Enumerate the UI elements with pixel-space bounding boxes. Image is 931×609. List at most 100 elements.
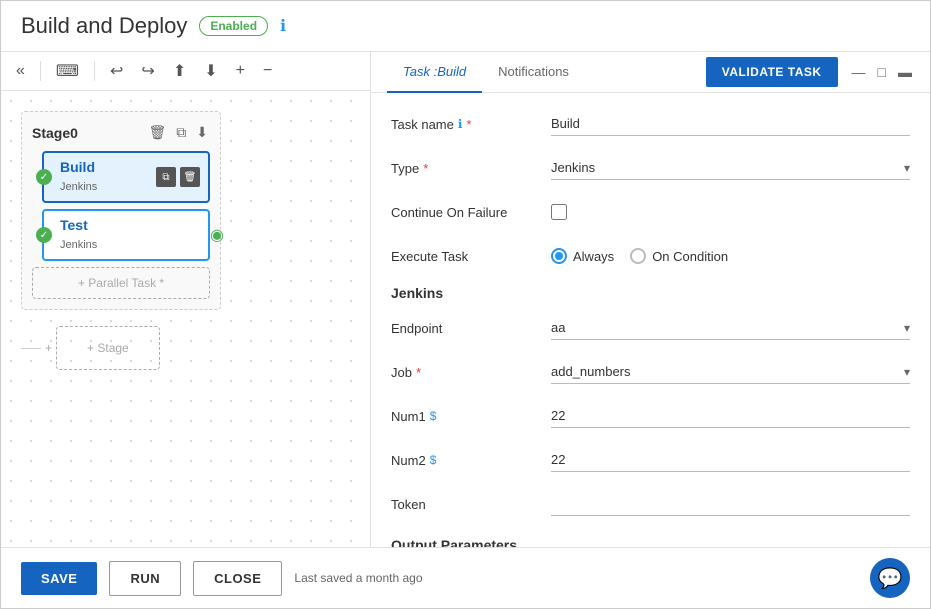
add-parallel-task[interactable]: + Parallel Task * (32, 267, 210, 299)
task-test-type: Jenkins (60, 239, 97, 251)
last-saved-text: Last saved a month ago (294, 571, 422, 585)
upload-btn[interactable]: ⬆ (168, 58, 191, 84)
footer: SAVE RUN CLOSE Last saved a month ago 💬 (1, 547, 930, 608)
task-build-icon-1[interactable]: ⧉ (156, 167, 176, 187)
type-label: Type * (391, 161, 551, 176)
task-name-input[interactable] (551, 112, 910, 136)
tab-active-name: Build (437, 64, 466, 79)
task-build-icon-2[interactable]: 🗑 (180, 167, 200, 187)
canvas: Stage0 🗑 ⧉ ⬇ ✓ Build (1, 91, 370, 547)
task-name-row: Task name ℹ * (391, 109, 910, 139)
job-select[interactable]: add_numbers ▾ (551, 360, 910, 384)
maximize-btn[interactable]: ▬ (896, 62, 914, 82)
num1-label: Num1 $ (391, 409, 551, 424)
close-button[interactable]: CLOSE (193, 561, 282, 596)
output-params-row: Output Parameters status job jobId jobRe… (391, 533, 910, 547)
num2-row: Num2 $ (391, 445, 910, 475)
continue-failure-row: Continue On Failure (391, 197, 910, 227)
execute-task-row: Execute Task Always On Condition (391, 241, 910, 271)
num2-input[interactable] (551, 448, 910, 472)
task-name-info-icon: ℹ (458, 117, 463, 131)
right-panel: Task :Build Notifications VALIDATE TASK … (371, 52, 930, 547)
continue-failure-checkbox[interactable] (551, 204, 567, 220)
validate-task-btn[interactable]: VALIDATE TASK (706, 57, 838, 87)
download-btn[interactable]: ⬇ (199, 58, 222, 84)
token-input[interactable] (551, 492, 910, 516)
endpoint-value: aa (551, 320, 904, 335)
required-star: * (466, 117, 471, 132)
separator (40, 61, 41, 81)
stage-container: Stage0 🗑 ⧉ ⬇ ✓ Build (21, 111, 221, 310)
type-select[interactable]: Jenkins ▾ (551, 156, 910, 180)
task-build-header: Build Jenkins ⧉ 🗑 (52, 159, 200, 195)
task-build-type: Jenkins (60, 181, 97, 193)
task-test-header: Test Jenkins (52, 217, 200, 253)
stage-delete-btn[interactable]: 🗑 (146, 122, 168, 143)
connect-right-icon: ◉ (210, 225, 224, 245)
job-value: add_numbers (551, 364, 904, 379)
chevrons-left-btn[interactable]: « (11, 59, 30, 83)
num2-label: Num2 $ (391, 453, 551, 468)
task-name-label: Task name ℹ * (391, 117, 551, 132)
task-test[interactable]: ✓ Test Jenkins ◉ (42, 209, 210, 261)
stage-name: Stage0 (32, 125, 78, 141)
add-stage-btn[interactable]: + Stage (56, 326, 160, 370)
enabled-badge: Enabled (199, 16, 268, 36)
header: Build and Deploy Enabled ℹ (1, 1, 930, 52)
info-icon[interactable]: ℹ (280, 16, 286, 36)
toolbar: « ⌨ ↩ ↪ ⬆ ⬇ + − (1, 52, 370, 91)
task-test-check: ✓ (36, 227, 52, 243)
type-value: Jenkins (551, 160, 904, 175)
window-controls: — □ ▬ (850, 62, 914, 82)
radio-always-label: Always (573, 249, 614, 264)
task-build-check: ✓ (36, 169, 52, 185)
output-params-title: Output Parameters (391, 537, 517, 547)
radio-always[interactable]: Always (551, 248, 614, 264)
num1-row: Num1 $ (391, 401, 910, 431)
num1-input[interactable] (551, 404, 910, 428)
stage-header: Stage0 🗑 ⧉ ⬇ (32, 122, 210, 143)
execute-task-radio-group: Always On Condition (551, 248, 728, 264)
zoom-out-btn[interactable]: − (258, 59, 277, 83)
restore-btn[interactable]: □ (876, 62, 888, 82)
task-test-name: Test (60, 217, 88, 233)
stage-download-btn[interactable]: ⬇ (194, 122, 210, 143)
left-panel: « ⌨ ↩ ↪ ⬆ ⬇ + − Stage0 🗑 ⧉ (1, 52, 371, 547)
num1-symbol: $ (430, 409, 437, 423)
job-row: Job * add_numbers ▾ (391, 357, 910, 387)
save-button[interactable]: SAVE (21, 562, 97, 595)
type-row: Type * Jenkins ▾ (391, 153, 910, 183)
task-build-name: Build (60, 159, 95, 175)
token-label: Token (391, 497, 551, 512)
endpoint-row: Endpoint aa ▾ (391, 313, 910, 343)
jenkins-section-title: Jenkins (391, 285, 910, 301)
radio-condition-label: On Condition (652, 249, 728, 264)
tab-build[interactable]: Task :Build (387, 52, 482, 93)
endpoint-label: Endpoint (391, 321, 551, 336)
page-title: Build and Deploy (21, 13, 187, 39)
separator2 (94, 61, 95, 81)
endpoint-select[interactable]: aa ▾ (551, 316, 910, 340)
job-arrow-icon: ▾ (904, 365, 910, 379)
type-arrow-icon: ▾ (904, 161, 910, 175)
redo-btn[interactable]: ↪ (136, 58, 159, 84)
task-form: Task name ℹ * Type * Jenkins ▾ (371, 93, 930, 547)
keyboard-btn[interactable]: ⌨ (51, 58, 84, 84)
job-label: Job * (391, 365, 551, 380)
execute-task-label: Execute Task (391, 249, 551, 264)
stage-copy-btn[interactable]: ⧉ (174, 122, 188, 143)
task-build-icons: ⧉ 🗑 (156, 167, 200, 187)
main-content: « ⌨ ↩ ↪ ⬆ ⬇ + − Stage0 🗑 ⧉ (1, 52, 930, 547)
chat-icon[interactable]: 💬 (870, 558, 910, 598)
radio-condition-circle (630, 248, 646, 264)
undo-btn[interactable]: ↩ (105, 58, 128, 84)
radio-always-circle (551, 248, 567, 264)
task-build[interactable]: ✓ Build Jenkins ⧉ 🗑 (42, 151, 210, 203)
radio-on-condition[interactable]: On Condition (630, 248, 728, 264)
minimize-btn[interactable]: — (850, 62, 868, 82)
run-button[interactable]: RUN (109, 561, 181, 596)
tab-notifications[interactable]: Notifications (482, 52, 585, 93)
zoom-in-btn[interactable]: + (231, 59, 250, 83)
num2-symbol: $ (430, 453, 437, 467)
app-container: Build and Deploy Enabled ℹ « ⌨ ↩ ↪ ⬆ ⬇ +… (0, 0, 931, 609)
